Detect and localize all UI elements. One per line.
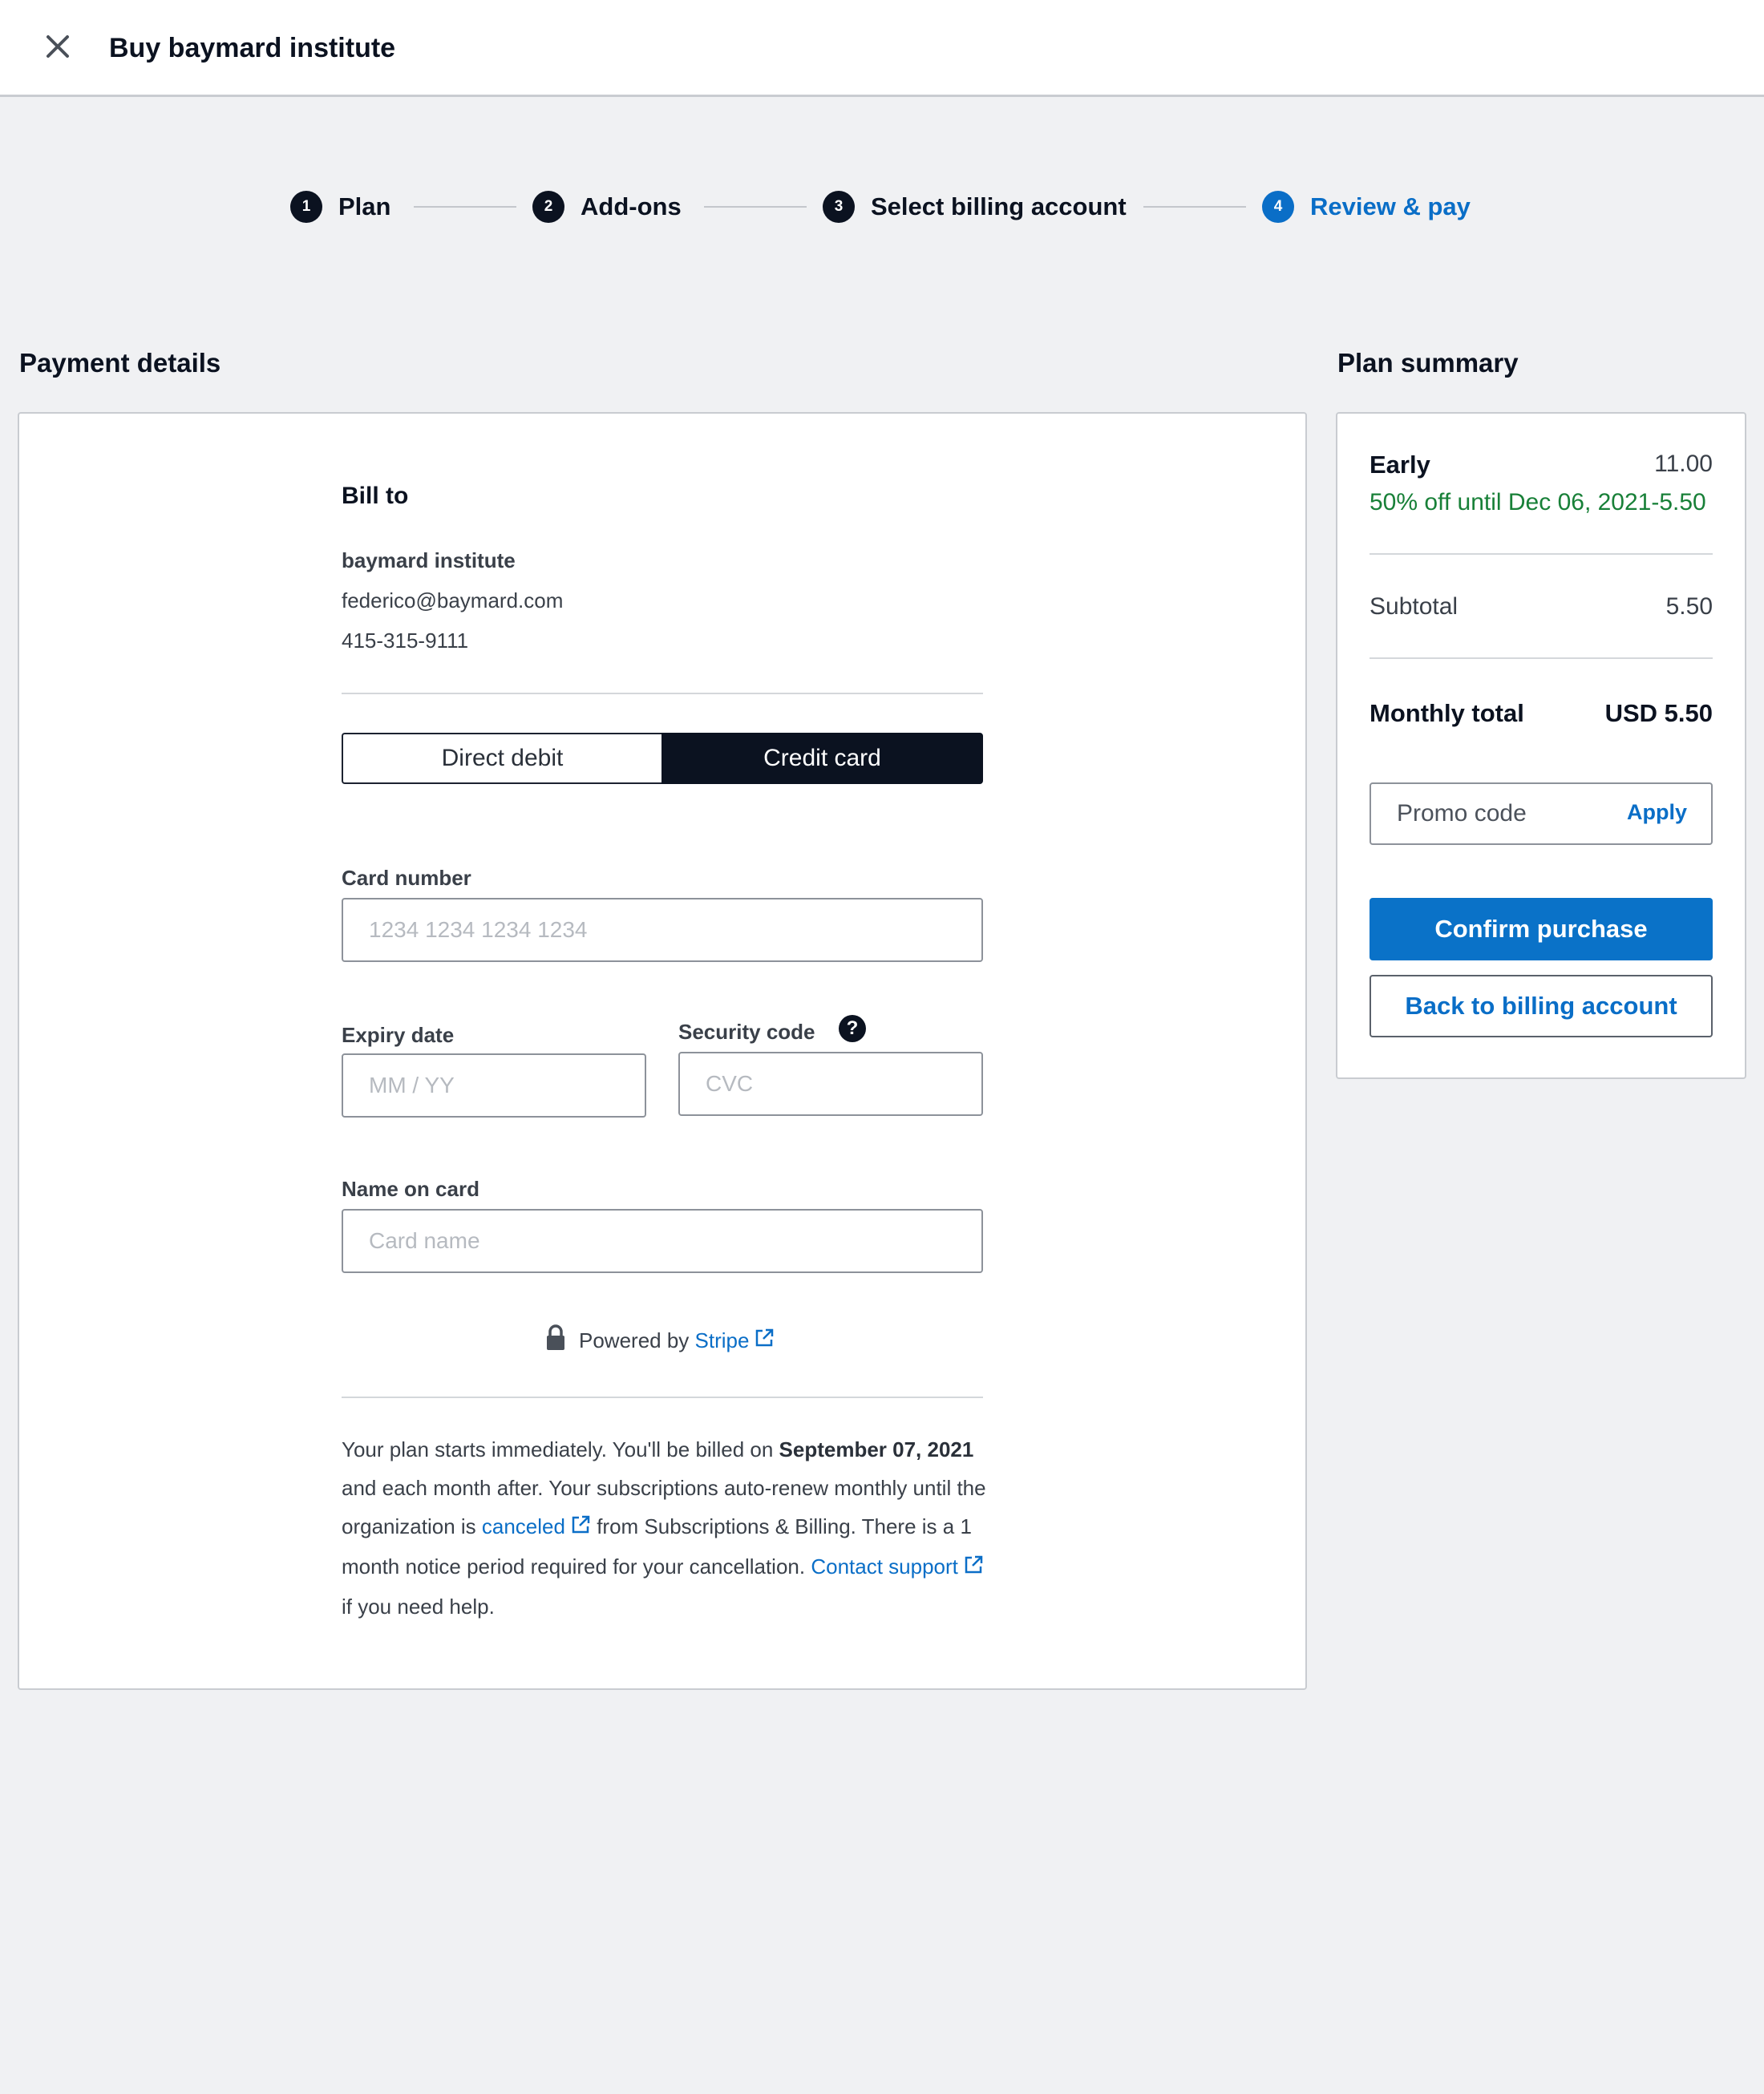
contact-support-link[interactable]: Contact support (811, 1554, 958, 1579)
terms-part-1: Your plan starts immediately. You'll be … (342, 1437, 779, 1461)
payment-details-title: Payment details (19, 348, 221, 378)
subtotal-label: Subtotal (1370, 593, 1459, 620)
external-link-icon (570, 1509, 591, 1547)
billing-start-date: September 07, 2021 (779, 1437, 974, 1461)
payment-method-toggle: Direct debit Credit card (342, 733, 983, 784)
expiry-date-input[interactable] (342, 1053, 646, 1118)
question-icon[interactable]: ? (839, 1015, 866, 1042)
step-connector (414, 206, 516, 208)
step-number: 3 (823, 191, 855, 223)
card-number-input[interactable] (342, 898, 983, 962)
stripe-link[interactable]: Stripe (695, 1328, 750, 1353)
step-number: 1 (290, 191, 322, 223)
terms-part-4: if you need help. (342, 1595, 495, 1619)
lock-icon (545, 1324, 566, 1357)
bill-to-phone: 415-315-9111 (342, 629, 469, 653)
top-bar: Buy baymard institute (0, 0, 1764, 97)
plan-name: Early (1370, 451, 1430, 479)
step-plan[interactable]: 1 Plan (290, 189, 390, 224)
canceled-link[interactable]: canceled (482, 1514, 565, 1538)
step-connector (1143, 206, 1246, 208)
checkout-stepper: 1 Plan 2 Add-ons 3 Select billing accoun… (0, 184, 1764, 229)
divider (342, 693, 983, 694)
billing-terms-text: Your plan starts immediately. You'll be … (342, 1430, 999, 1626)
bill-to-name: baymard institute (342, 548, 516, 572)
step-number: 4 (1262, 191, 1294, 223)
step-label: Review & pay (1310, 192, 1471, 220)
step-label: Select billing account (871, 192, 1127, 220)
promo-code-input[interactable] (1373, 786, 1637, 842)
credit-card-option[interactable]: Credit card (662, 733, 983, 784)
security-code-input[interactable] (678, 1052, 983, 1116)
step-add-ons[interactable]: 2 Add-ons (532, 189, 682, 224)
window-title: Buy baymard institute (109, 33, 396, 63)
step-select-billing-account[interactable]: 3 Select billing account (823, 189, 1127, 224)
step-connector (704, 206, 807, 208)
monthly-total-value: USD 5.50 (1604, 699, 1713, 727)
discount-text: 50% off until Dec 06, 2021 (1370, 489, 1652, 515)
card-number-label: Card number (342, 866, 471, 890)
step-review-pay[interactable]: 4 Review & pay (1262, 189, 1471, 224)
discount-line: 50% off until Dec 06, 2021-5.50 (1370, 489, 1706, 516)
divider (1370, 657, 1713, 659)
security-code-label: Security code (678, 1020, 815, 1044)
plan-price: 11.00 (1654, 451, 1713, 477)
divider (1370, 553, 1713, 555)
step-label: Add-ons (581, 192, 682, 220)
confirm-purchase-button[interactable]: Confirm purchase (1370, 898, 1713, 960)
plan-summary-title: Plan summary (1337, 348, 1519, 378)
discount-value: -5.50 (1651, 489, 1706, 515)
close-icon[interactable] (42, 30, 74, 63)
promo-code-field: Apply (1370, 782, 1713, 845)
external-link-icon (963, 1549, 984, 1587)
name-on-card-input[interactable] (342, 1209, 983, 1273)
divider (342, 1397, 983, 1398)
direct-debit-option[interactable]: Direct debit (342, 733, 662, 784)
monthly-total-label: Monthly total (1370, 699, 1524, 727)
step-number: 2 (532, 191, 564, 223)
powered-by-stripe: Powered by Stripe (545, 1323, 775, 1358)
subtotal-value: 5.50 (1665, 593, 1713, 620)
step-label: Plan (338, 192, 391, 220)
bill-to-heading: Bill to (342, 483, 409, 509)
name-on-card-label: Name on card (342, 1177, 479, 1201)
apply-promo-button[interactable]: Apply (1627, 800, 1687, 825)
expiry-date-label: Expiry date (342, 1023, 455, 1047)
bill-to-email: federico@baymard.com (342, 588, 564, 612)
back-to-billing-account-button[interactable]: Back to billing account (1370, 975, 1713, 1037)
powered-by-text: Powered by (579, 1328, 690, 1352)
external-link-icon (754, 1328, 775, 1354)
